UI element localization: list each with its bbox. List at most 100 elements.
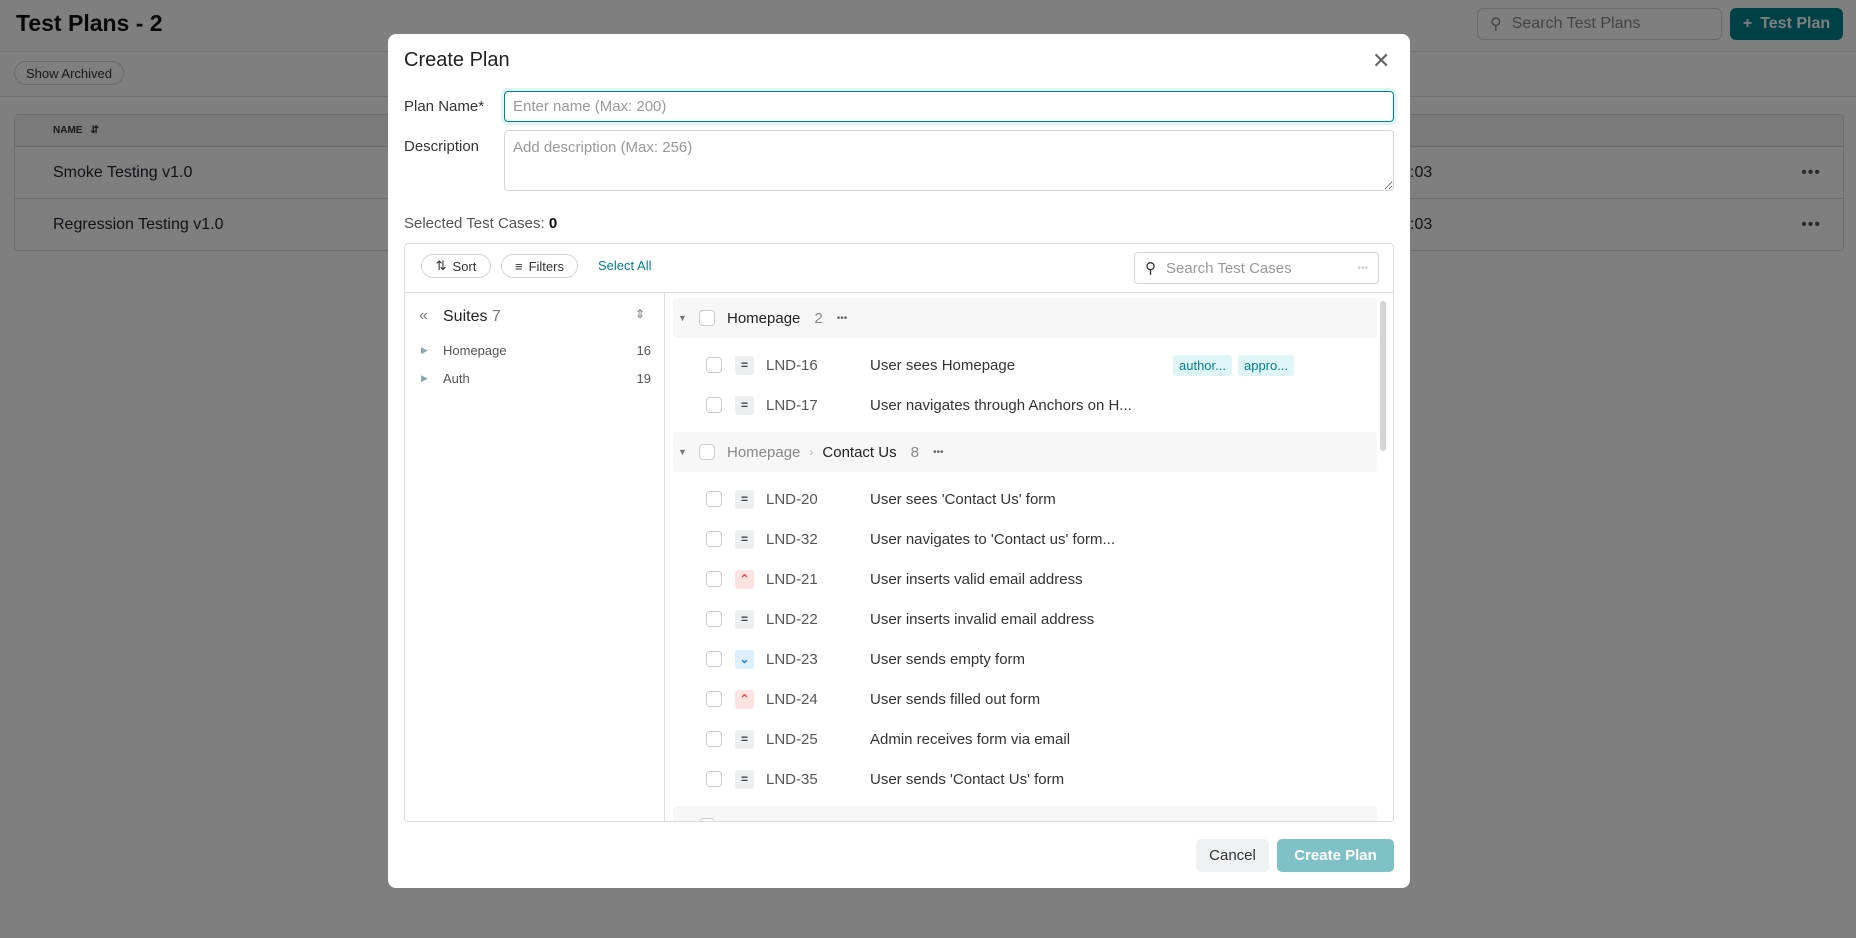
caret-down-icon[interactable]: ▼ [673, 821, 699, 822]
priority-medium-icon: = [735, 529, 754, 549]
caret-right-icon[interactable]: ▶ [421, 343, 443, 358]
case-checkbox[interactable] [706, 651, 722, 667]
more-icon[interactable]: ••• [837, 313, 848, 324]
more-icon[interactable]: ••• [933, 447, 944, 458]
case-title[interactable]: User sees 'Contact Us' form [870, 491, 1173, 508]
case-title[interactable]: User sends 'Contact Us' form [870, 771, 1173, 788]
suite-item-homepage[interactable]: ▶ Homepage 16 [421, 343, 651, 358]
chevron-right-icon: › [809, 819, 813, 821]
description-label: Description [404, 138, 480, 155]
case-id: LND-23 [766, 650, 818, 668]
group-parent[interactable]: Homepage [727, 444, 800, 461]
group-count: 8 [910, 443, 919, 461]
group-parent[interactable]: Homepage [727, 818, 800, 822]
selected-label: Selected Test Cases: [404, 215, 545, 232]
caret-down-icon[interactable]: ▼ [673, 313, 699, 323]
sort-label: Sort [452, 258, 477, 274]
case-id: LND-24 [766, 690, 818, 708]
priority-medium-icon: = [735, 729, 754, 749]
more-icon[interactable]: ••• [918, 821, 929, 822]
test-case-picker: ⇅ Sort ≡ Filters Select All ⚲ Search Test C… [404, 243, 1394, 822]
create-plan-modal: Create Plan ✕ Plan Name* Description Sel… [388, 34, 1410, 888]
suites-pane: « Suites 7 ⇕ ▶ Homepage 16 ▶ Auth 19 [405, 293, 665, 821]
selected-count: 0 [548, 215, 558, 232]
search-test-cases-input[interactable]: ⚲ Search Test Cases ••• [1134, 252, 1379, 284]
test-cases-pane: ▼ Homepage 2 ••• = LND-16 User sees Homepage au… [665, 293, 1393, 822]
suite-item-auth[interactable]: ▶ Auth 19 [421, 371, 651, 386]
priority-medium-icon: = [735, 769, 754, 789]
case-id: LND-16 [766, 356, 818, 374]
suites-count: 7 [491, 308, 501, 325]
scrollbar[interactable] [1380, 301, 1386, 451]
suite-group[interactable]: ▼ Homepage 2 ••• [673, 298, 1377, 338]
test-case-row[interactable]: = LND-32 User navigates to 'Contact us' fo… [665, 519, 1375, 559]
filters-label: Filters [528, 258, 564, 274]
close-icon[interactable]: ✕ [1372, 48, 1390, 74]
suite-group[interactable]: ▼ Homepage › Features 4 ••• [673, 806, 1377, 822]
cancel-button[interactable]: Cancel [1196, 839, 1269, 872]
suite-name: Homepage [443, 343, 507, 358]
test-case-row[interactable]: = LND-25 Admin receives form via email [665, 719, 1375, 759]
priority-medium-icon: = [735, 609, 754, 629]
case-title[interactable]: User navigates to 'Contact us' form... [870, 531, 1173, 548]
priority-medium-icon: = [735, 395, 754, 415]
case-id: LND-21 [766, 570, 818, 588]
case-id: LND-17 [766, 396, 818, 414]
case-checkbox[interactable] [706, 531, 722, 547]
case-title[interactable]: Admin receives form via email [870, 731, 1173, 748]
priority-medium-icon: = [735, 489, 754, 509]
case-title[interactable]: User sends filled out form [870, 691, 1173, 708]
filter-icon: ≡ [515, 258, 523, 274]
test-case-row[interactable]: = LND-20 User sees 'Contact Us' form [665, 479, 1375, 519]
case-checkbox[interactable] [706, 357, 722, 373]
case-checkbox[interactable] [706, 571, 722, 587]
suite-group[interactable]: ▼ Homepage › Contact Us 8 ••• [673, 432, 1377, 472]
tag-badge: author... [1173, 354, 1232, 376]
picker-toolbar: ⇅ Sort ≡ Filters Select All ⚲ Search Test C… [405, 244, 1393, 293]
test-case-row[interactable]: ⌃ LND-24 User sends filled out form [665, 679, 1375, 719]
search-icon: ⚲ [1145, 260, 1156, 277]
case-checkbox[interactable] [706, 611, 722, 627]
test-case-row[interactable]: = LND-16 User sees Homepage author... appro.… [665, 345, 1375, 385]
search-placeholder: Search Test Cases [1166, 259, 1292, 277]
create-plan-button[interactable]: Create Plan [1277, 839, 1394, 872]
sort-button[interactable]: ⇅ Sort [421, 254, 491, 278]
caret-right-icon[interactable]: ▶ [421, 371, 443, 386]
test-case-row[interactable]: ⌄ LND-23 User sends empty form [665, 639, 1375, 679]
more-icon: ••• [1357, 262, 1368, 274]
description-input[interactable] [504, 130, 1394, 191]
group-checkbox[interactable] [699, 310, 715, 326]
group-checkbox[interactable] [699, 818, 715, 821]
case-id: LND-22 [766, 610, 818, 628]
group-name: Homepage [727, 309, 801, 327]
case-id: LND-35 [766, 770, 818, 788]
chevron-right-icon: › [809, 445, 814, 459]
case-checkbox[interactable] [706, 691, 722, 707]
priority-high-icon: ⌃ [735, 569, 754, 589]
filters-button[interactable]: ≡ Filters [501, 254, 578, 278]
case-title[interactable]: User inserts invalid email address [870, 611, 1173, 628]
test-case-row[interactable]: = LND-35 User sends 'Contact Us' form [665, 759, 1375, 799]
group-checkbox[interactable] [699, 444, 715, 460]
expand-collapse-icon[interactable]: ⇕ [635, 307, 645, 321]
collapse-icon[interactable]: « [419, 307, 428, 325]
suites-title: Suites [443, 308, 488, 325]
test-case-row[interactable]: = LND-17 User navigates through Anchors on… [665, 385, 1375, 425]
case-title[interactable]: User inserts valid email address [870, 571, 1173, 588]
case-checkbox[interactable] [706, 731, 722, 747]
suite-count: 19 [636, 371, 651, 386]
case-checkbox[interactable] [706, 397, 722, 413]
test-case-row[interactable]: = LND-22 User inserts invalid email addres… [665, 599, 1375, 639]
case-checkbox[interactable] [706, 491, 722, 507]
case-title[interactable]: User sees Homepage [870, 357, 1173, 374]
plan-name-input[interactable] [504, 91, 1394, 122]
suite-name: Auth [443, 371, 470, 386]
test-case-row[interactable]: ⌃ LND-21 User inserts valid email address [665, 559, 1375, 599]
select-all-link[interactable]: Select All [598, 258, 651, 273]
case-checkbox[interactable] [706, 771, 722, 787]
case-id: LND-32 [766, 530, 818, 548]
case-title[interactable]: User navigates through Anchors on H... [870, 397, 1173, 414]
case-title[interactable]: User sends empty form [870, 651, 1173, 668]
caret-down-icon[interactable]: ▼ [673, 447, 699, 457]
suite-count: 16 [636, 343, 651, 358]
